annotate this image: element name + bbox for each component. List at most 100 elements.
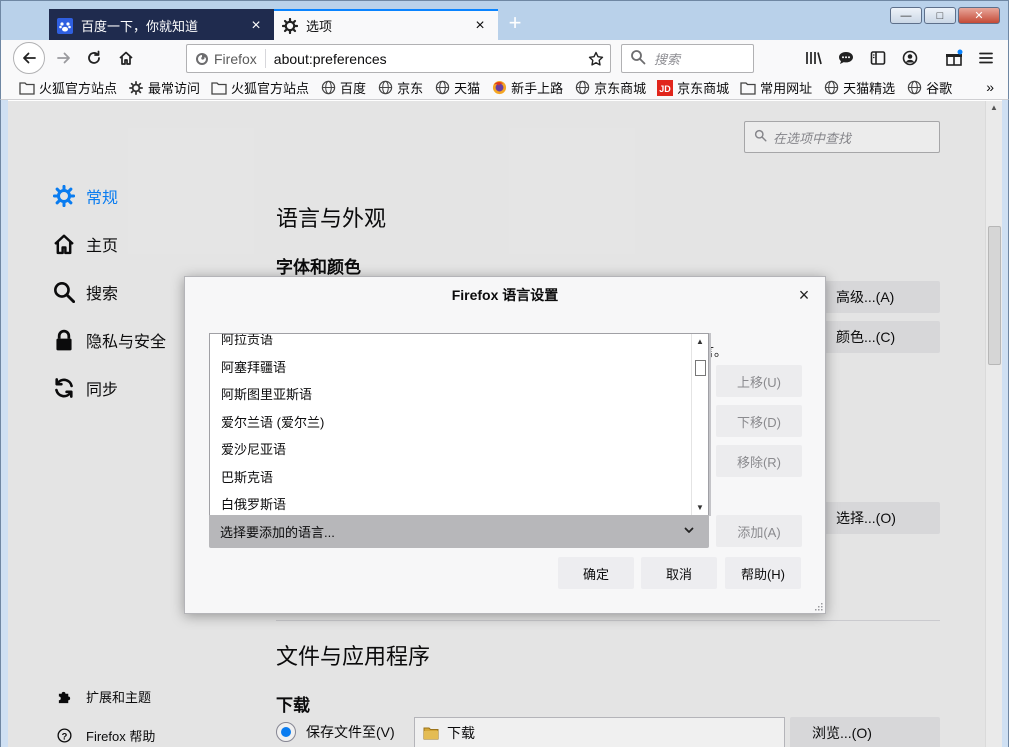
category-sync[interactable]: 同步 [52,376,118,400]
language-list[interactable]: 阿拉贡语 阿塞拜疆语 阿斯图里亚斯语 爱尔兰语 (爱尔兰) 爱沙尼亚语 巴斯克语… [209,333,709,516]
scroll-down-icon[interactable]: ▼ [692,503,708,512]
language-list-scrollbar[interactable]: ▲ ▼ [691,334,708,515]
menu-icon[interactable] [970,43,1002,73]
download-folder-field: 下载 [414,717,785,747]
close-tab-icon[interactable]: × [248,17,264,34]
scrollbar-thumb[interactable] [695,360,706,376]
remove-button[interactable]: 移除(R) [716,445,802,477]
search-icon [630,49,646,68]
close-tab-icon[interactable]: × [472,17,488,34]
bookmark-label: 京东 [397,81,424,96]
sidebar-icon[interactable] [862,43,894,73]
bookmark-label: 天猫精选 [843,81,896,96]
list-item[interactable]: 白俄罗斯语 [210,490,691,515]
page-scrollbar[interactable]: ▲ [985,101,1002,747]
colors-button[interactable]: 颜色...(C) [814,321,940,353]
scrollbar-thumb[interactable] [988,226,1001,365]
folder-icon [211,80,227,96]
ok-button[interactable]: 确定 [558,557,634,589]
list-item[interactable]: 巴斯克语 [210,463,691,491]
add-button[interactable]: 添加(A) [716,515,802,547]
minimize-button[interactable]: — [890,7,922,24]
new-tab-button[interactable]: + [503,10,527,35]
bookmark-star-icon[interactable] [582,51,610,67]
bookmark-label: 谷歌 [926,81,953,96]
chevron-right-double-icon[interactable]: » [986,79,994,95]
category-privacy[interactable]: 隐私与安全 [52,328,166,352]
bookmark-item[interactable]: 京东商城 [574,78,646,97]
svg-text:JD: JD [659,84,671,94]
close-window-button[interactable]: ✕ [958,7,1000,24]
find-in-options-input[interactable]: 在选项中查找 [744,121,940,153]
globe-icon [320,80,336,96]
library-icon[interactable] [798,43,830,73]
url-bar[interactable]: Firefox about:preferences [186,44,611,73]
bookmark-label: 最常访问 [148,81,201,96]
close-icon[interactable]: × [795,285,813,305]
toolbar-separator [926,43,938,73]
bookmark-item[interactable]: 天猫精选 [823,78,895,97]
save-files-radio[interactable]: 保存文件至(V) [276,722,395,742]
resize-grip-icon[interactable] [815,603,823,611]
identity-box[interactable]: Firefox [187,49,266,68]
category-search[interactable]: 搜索 [52,280,118,304]
browse-button[interactable]: 浏览...(O) [790,717,940,747]
choose-language-button[interactable]: 选择...(O) [814,502,940,534]
list-item[interactable]: 爱沙尼亚语 [210,435,691,463]
cancel-button[interactable]: 取消 [641,557,717,589]
bookmark-label: 常用网址 [760,81,813,96]
downloads-heading: 下载 [276,696,310,715]
move-down-button[interactable]: 下移(D) [716,405,802,437]
scroll-up-icon[interactable]: ▲ [692,337,708,346]
window-border-right [1002,100,1009,747]
bookmark-item[interactable]: JD 京东商城 [657,78,729,97]
bookmark-item[interactable]: 京东 [377,78,423,97]
bookmark-label: 火狐官方站点 [231,81,310,96]
list-item[interactable]: 阿塞拜疆语 [210,353,691,381]
language-settings-dialog: Firefox 语言设置 × 言。 阿拉贡语 阿塞拜疆语 阿斯图里亚斯语 爱尔兰… [184,276,826,614]
restore-button[interactable]: □ [924,7,956,24]
advanced-fonts-button[interactable]: 高级...(A) [814,281,940,313]
list-item[interactable]: 爱尔兰语 (爱尔兰) [210,408,691,436]
reload-icon [88,50,100,64]
folder-icon [19,80,35,96]
bookmark-item[interactable]: 最常访问 [128,78,200,97]
category-general[interactable]: 常规 [52,184,118,208]
list-item[interactable]: 阿斯图里亚斯语 [210,380,691,408]
help-link[interactable]: ? Firefox 帮助 [56,726,155,745]
puzzle-icon [56,689,72,705]
reload-button[interactable] [79,43,109,73]
bookmark-item[interactable]: 火狐官方站点 [211,78,309,97]
home-button[interactable] [111,43,141,73]
search-bar[interactable]: 搜索 [621,44,754,73]
radio-selected-icon[interactable] [276,722,296,742]
addons-label: 扩展和主题 [86,690,152,705]
help-button[interactable]: 帮助(H) [725,557,801,589]
category-label: 搜索 [86,286,119,303]
search-placeholder: 搜索 [654,52,681,67]
bookmark-item[interactable]: 谷歌 [906,78,952,97]
bookmark-item[interactable]: 新手上路 [491,78,563,97]
forward-button[interactable] [49,43,79,73]
move-up-button[interactable]: 上移(U) [716,365,802,397]
tab-options[interactable]: 选项 × [274,9,498,40]
bookmark-item[interactable]: 常用网址 [740,78,812,97]
back-button[interactable] [13,42,45,74]
list-item[interactable]: 阿拉贡语 [210,334,691,353]
category-home[interactable]: 主页 [52,232,118,256]
bookmark-item[interactable]: 天猫 [434,78,480,97]
addons-link[interactable]: 扩展和主题 [56,687,151,706]
chevron-down-icon [683,524,695,539]
baidu-paw-icon [57,17,73,34]
scroll-up-icon[interactable]: ▲ [986,103,1002,112]
url-text[interactable]: about:preferences [266,51,582,67]
bookmark-item[interactable]: 火狐官方站点 [19,78,117,97]
bookmark-item[interactable]: 百度 [320,78,366,97]
section-language-heading: 语言与外观 [276,206,387,231]
tab-baidu[interactable]: 百度一下，你就知道 × [49,9,274,40]
add-language-select[interactable]: 选择要添加的语言... [209,515,709,548]
account-icon[interactable] [894,43,926,73]
chat-bubble-icon[interactable] [830,43,862,73]
gift-icon[interactable] [938,43,970,73]
arrow-right-icon [57,52,70,64]
